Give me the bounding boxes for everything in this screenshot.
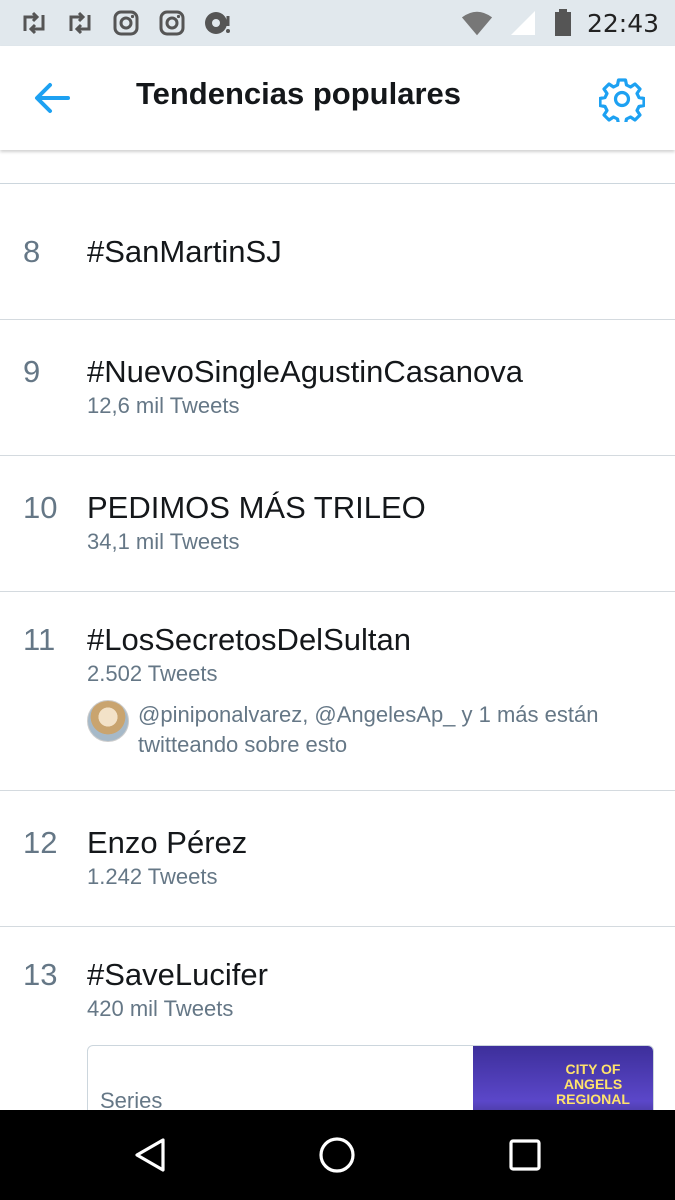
triangle-back-icon: [135, 1138, 165, 1172]
retweet-icon: [18, 9, 50, 37]
previous-trend-partial: [0, 150, 675, 184]
trend-context-text: @piniponalvarez, @AngelesAp_ y 1 más est…: [138, 702, 599, 757]
app-bar: Tendencias populares: [0, 46, 675, 150]
trend-context: @piniponalvarez, @AngelesAp_ y 1 más est…: [87, 700, 675, 760]
trends-list: 8 #SanMartinSJ 9 #NuevoSingleAgustinCasa…: [0, 150, 675, 1110]
page-title: Tendencias populares: [136, 76, 462, 111]
signal-icon: [507, 9, 539, 37]
trend-media-card[interactable]: Series CITY OF ANGELS REGIONAL: [87, 1045, 654, 1110]
trend-tweet-count: 12,6 mil Tweets: [87, 393, 240, 418]
settings-button[interactable]: [598, 76, 646, 126]
trend-name: Enzo Pérez: [87, 825, 248, 860]
system-recents-button[interactable]: [502, 1132, 548, 1178]
trend-rank: 12: [23, 825, 58, 860]
gear-icon: [598, 78, 646, 126]
trend-rank: 13: [23, 957, 58, 992]
instagram-icon: [156, 9, 188, 37]
system-nav-bar: [0, 1110, 675, 1200]
trend-item-10[interactable]: 10 PEDIMOS MÁS TRILEO 34,1 mil Tweets: [0, 456, 675, 592]
trend-name: #NuevoSingleAgustinCasanova: [87, 354, 524, 389]
trend-name: #LosSecretosDelSultan: [87, 622, 411, 657]
trend-item-12[interactable]: 12 Enzo Pérez 1.242 Tweets: [0, 791, 675, 927]
back-button[interactable]: [30, 80, 74, 116]
avatar: [87, 700, 129, 742]
trend-item-13[interactable]: 13 #SaveLucifer 420 mil Tweets Series CI…: [0, 927, 675, 1110]
trend-item-8[interactable]: 8 #SanMartinSJ: [0, 184, 675, 320]
card-image-caption: CITY OF ANGELS REGIONAL: [556, 1061, 630, 1107]
trend-name: #SanMartinSJ: [87, 234, 282, 269]
trend-tweet-count: 34,1 mil Tweets: [87, 529, 240, 554]
clock: 22:43: [586, 8, 659, 38]
trend-item-11[interactable]: 11 #LosSecretosDelSultan 2.502 Tweets @p…: [0, 592, 675, 791]
system-back-button[interactable]: [127, 1132, 173, 1178]
square-recents-icon: [509, 1139, 541, 1171]
instagram-icon: [110, 9, 142, 37]
trend-name: #SaveLucifer: [87, 957, 268, 992]
wifi-icon: [461, 9, 493, 37]
retweet-icon: [64, 9, 96, 37]
trend-rank: 9: [23, 354, 41, 389]
trend-rank: 10: [23, 490, 58, 525]
trend-tweet-count: 1.242 Tweets: [87, 864, 218, 889]
trend-item-9[interactable]: 9 #NuevoSingleAgustinCasanova 12,6 mil T…: [0, 320, 675, 456]
arrow-left-icon: [35, 83, 70, 113]
trend-rank: 8: [23, 234, 41, 269]
trend-name: PEDIMOS MÁS TRILEO: [87, 490, 426, 525]
card-label: Series: [100, 1088, 163, 1110]
podcast-icon: [202, 9, 234, 37]
trend-tweet-count: 420 mil Tweets: [87, 996, 234, 1021]
trend-rank: 11: [23, 622, 56, 657]
trend-tweet-count: 2.502 Tweets: [87, 661, 218, 686]
status-bar: 22:43: [0, 0, 675, 46]
card-thumbnail: CITY OF ANGELS REGIONAL: [473, 1046, 653, 1110]
system-home-button[interactable]: [314, 1132, 360, 1178]
circle-home-icon: [319, 1137, 355, 1173]
battery-icon: [553, 9, 573, 37]
